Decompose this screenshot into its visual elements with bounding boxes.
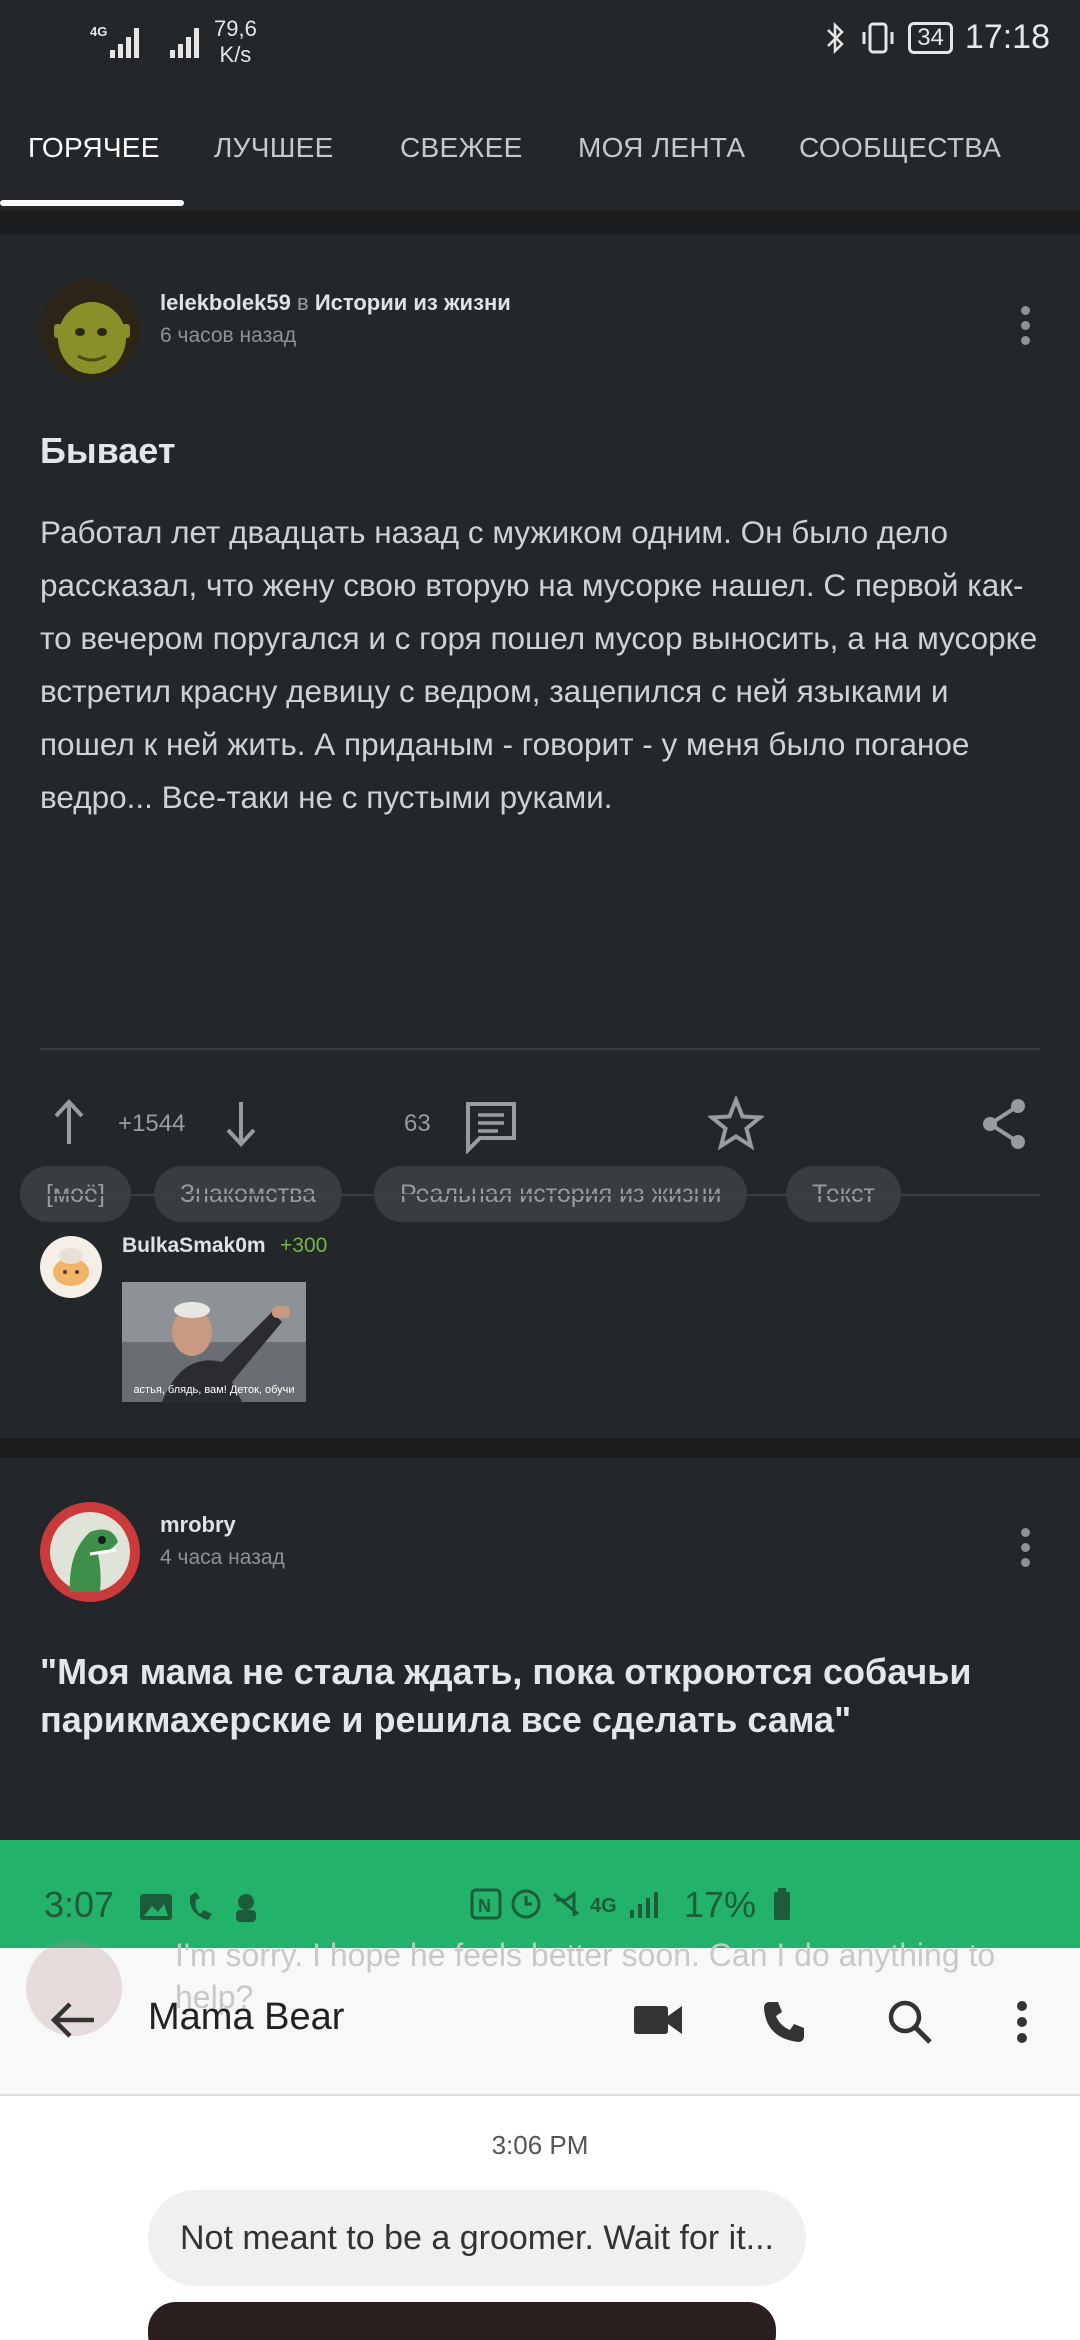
comment-image[interactable]: астья, блядь, вам! Деток, обучи bbox=[122, 1282, 306, 1402]
post-card: lelekbolek59 в Истории из жизни 6 часов … bbox=[0, 234, 1080, 1434]
post-title[interactable]: Бывает bbox=[40, 430, 175, 472]
status-bar: 4G 79,6 K/s 34 17:18 bbox=[0, 0, 1080, 80]
tab-fresh[interactable]: СВЕЖЕЕ bbox=[400, 132, 523, 164]
avatar-image bbox=[40, 1236, 102, 1298]
clock: 17:18 bbox=[964, 18, 1050, 56]
post-author-line: lelekbolek59 в Истории из жизни bbox=[160, 290, 511, 316]
feed-tabs: ГОРЯЧЕЕ ЛУЧШЕЕ СВЕЖЕЕ МОЯ ЛЕНТА СООБЩЕСТ… bbox=[0, 100, 1080, 210]
post-separator bbox=[0, 1438, 1080, 1458]
upvote-icon[interactable] bbox=[52, 1098, 86, 1148]
tab-hot[interactable]: ГОРЯЧЕЕ bbox=[28, 132, 160, 164]
active-tab-indicator bbox=[0, 200, 184, 206]
author-name[interactable]: lelekbolek59 bbox=[160, 290, 291, 315]
rating-count: +1544 bbox=[118, 1110, 186, 1137]
video-call-icon bbox=[634, 2006, 682, 2034]
screenshot-battery: 17% bbox=[684, 1884, 757, 1925]
vibrate-icon bbox=[862, 22, 894, 53]
message-image bbox=[148, 2302, 776, 2340]
divider bbox=[40, 1048, 1040, 1050]
author-avatar[interactable] bbox=[40, 1502, 140, 1602]
tab-my-feed[interactable]: МОЯ ЛЕНТА bbox=[578, 132, 745, 164]
battery-indicator: 34 bbox=[908, 21, 953, 54]
comments-count: 63 bbox=[404, 1110, 431, 1137]
tabs-shadow bbox=[0, 210, 1080, 234]
post-author-line: mrobry bbox=[160, 1512, 236, 1538]
more-options-icon bbox=[1017, 2001, 1027, 2043]
comment-rating: +300 bbox=[280, 1234, 328, 1257]
star-icon[interactable] bbox=[708, 1096, 764, 1152]
message-timestamp: 3:06 PM bbox=[491, 2130, 589, 2160]
message-bubble: Not meant to be a groomer. Wait for it..… bbox=[148, 2190, 806, 2286]
comment-image-caption: астья, блядь, вам! Деток, обучи bbox=[133, 1384, 295, 1396]
avatar-image bbox=[40, 1502, 140, 1602]
commenter-avatar[interactable] bbox=[40, 1236, 102, 1298]
more-options-icon[interactable] bbox=[1021, 306, 1031, 346]
more-options-icon[interactable] bbox=[1021, 1528, 1031, 1568]
status-icons: N 4G bbox=[470, 1888, 658, 1920]
share-icon[interactable] bbox=[978, 1096, 1030, 1152]
back-arrow-icon bbox=[50, 2002, 94, 2038]
community-name[interactable]: Истории из жизни bbox=[315, 290, 511, 315]
svg-text:N: N bbox=[478, 1896, 491, 1916]
screenshot-status-bar: 3:07 N 4G 17% bbox=[0, 1840, 1080, 1948]
downvote-icon[interactable] bbox=[224, 1098, 258, 1148]
status-right: 34 17:18 bbox=[824, 18, 1050, 57]
author-name[interactable]: mrobry bbox=[160, 1512, 236, 1537]
signal-icon bbox=[170, 28, 199, 58]
tab-communities[interactable]: СООБЩЕСТВА bbox=[799, 132, 1001, 164]
svg-text:4G: 4G bbox=[590, 1895, 617, 1917]
divider bbox=[40, 1194, 1040, 1196]
author-avatar[interactable] bbox=[40, 280, 140, 380]
post-title[interactable]: "Моя мама не стала ждать, пока откроются… bbox=[40, 1648, 1050, 1744]
post-time: 4 часа назад bbox=[160, 1546, 285, 1569]
battery-icon bbox=[774, 1888, 790, 1920]
post-image[interactable]: 3:07 N 4G 17% I'm sorry. I hope he feels… bbox=[0, 1840, 1080, 2340]
search-icon bbox=[888, 2000, 932, 2044]
commenter-name[interactable]: BulkaSmak0m bbox=[122, 1234, 266, 1258]
network-speed-unit: K/s bbox=[219, 42, 252, 67]
notification-icons bbox=[140, 1892, 256, 1922]
phone-icon bbox=[764, 2002, 804, 2042]
post-time: 6 часов назад bbox=[160, 324, 297, 347]
comment-icon[interactable] bbox=[462, 1098, 520, 1154]
screenshot-time: 3:07 bbox=[44, 1884, 115, 1925]
avatar-image bbox=[40, 280, 140, 380]
tab-best[interactable]: ЛУЧШЕЕ bbox=[214, 132, 334, 164]
post-body[interactable]: Работал лет двадцать назад с мужиком одн… bbox=[40, 506, 1050, 910]
contact-name: Mama Bear bbox=[148, 1996, 345, 2038]
network-speed-value: 79,6 bbox=[214, 16, 257, 41]
screenshot-app-bar: I'm sorry. I hope he feels better soon. … bbox=[0, 1937, 1080, 2096]
in-word: в bbox=[297, 290, 309, 315]
signal-4g-icon: 4G bbox=[90, 24, 139, 58]
svg-text:4G: 4G bbox=[90, 24, 107, 39]
bluetooth-icon bbox=[827, 21, 844, 54]
network-speed: 79,6 K/s bbox=[214, 16, 257, 68]
